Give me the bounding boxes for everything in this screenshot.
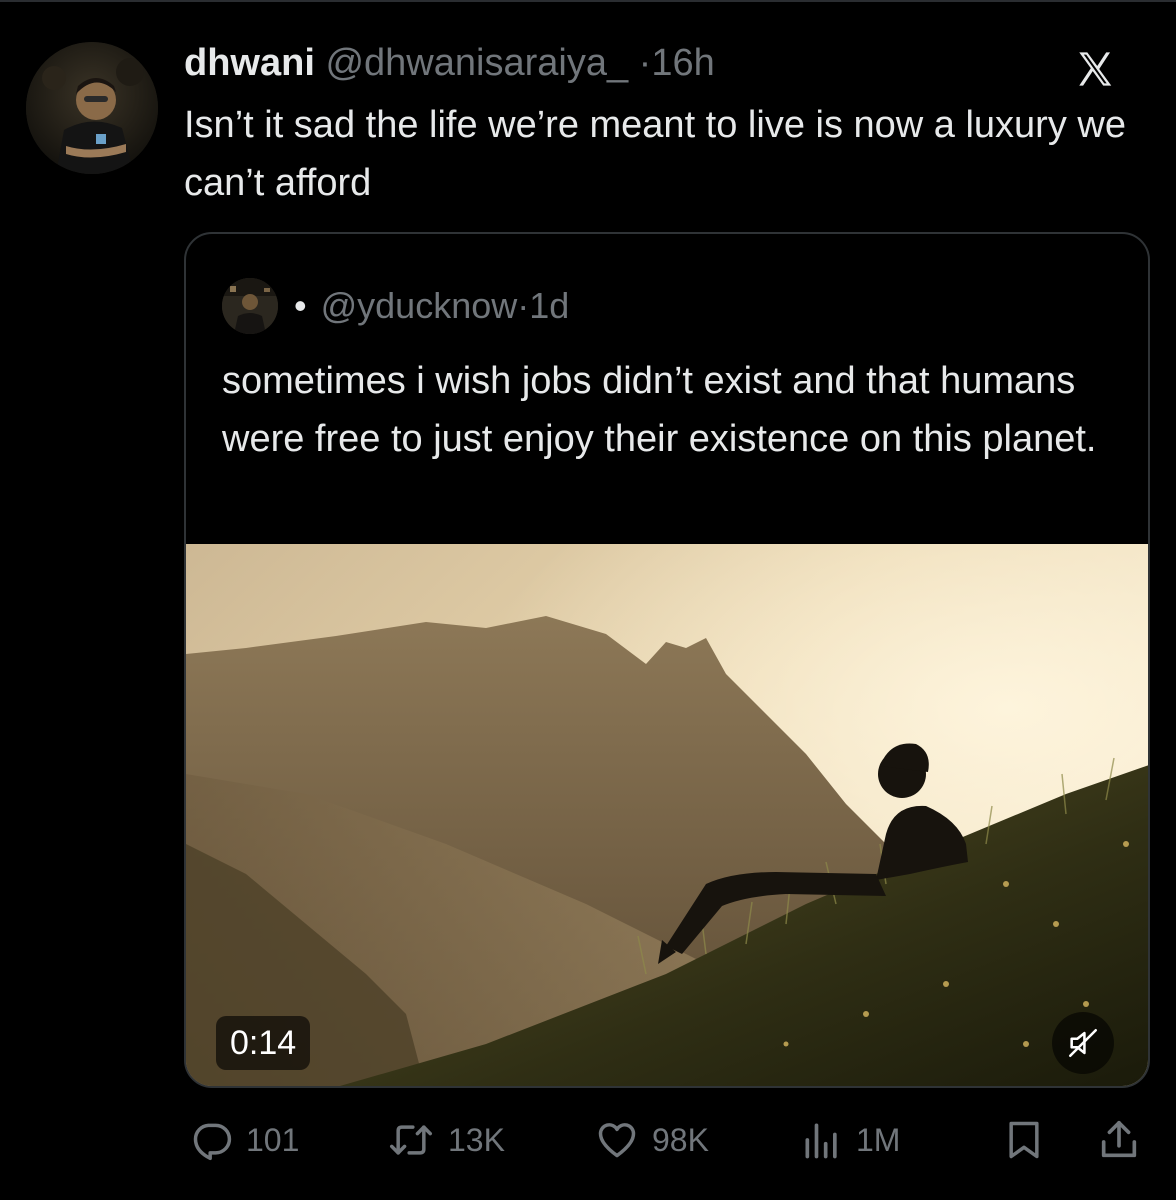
video-duration: 0:14 <box>216 1016 311 1070</box>
video-player[interactable]: 0:14 <box>186 544 1148 1086</box>
quoted-tweet-header: • @yducknow · 1d <box>222 278 569 334</box>
share-button[interactable] <box>1096 1108 1142 1172</box>
reply-icon <box>193 1123 232 1161</box>
tweet-text: Isn’t it sad the life we’re meant to liv… <box>184 104 1126 204</box>
muted-speaker-icon <box>1068 1028 1098 1058</box>
tweet-timestamp[interactable]: 16h <box>651 42 714 84</box>
quoted-tweet-card[interactable]: • @yducknow · 1d sometimes i wish jobs did… <box>184 232 1150 1088</box>
quoted-bullet: • <box>294 285 307 326</box>
views-chart-icon <box>805 1123 837 1159</box>
quoted-author-avatar[interactable] <box>222 278 278 334</box>
like-count: 98K <box>652 1121 709 1158</box>
repost-button[interactable]: 13K <box>386 1108 505 1172</box>
views-button[interactable]: 1M <box>800 1108 900 1172</box>
author-handle[interactable]: @dhwanisaraiya_ <box>325 42 628 84</box>
quoted-tweet-text: sometimes i wish jobs didn’t exist and t… <box>222 360 1097 460</box>
x-logo-icon <box>1079 52 1112 86</box>
share-icon <box>1101 1120 1137 1158</box>
like-button[interactable]: 98K <box>594 1108 709 1172</box>
top-divider <box>0 0 1176 2</box>
repost-count: 13K <box>448 1121 505 1158</box>
tweet-action-bar: 101 13K 98K 1M <box>0 1108 1176 1172</box>
reply-button[interactable]: 101 <box>190 1108 299 1172</box>
repost-icon <box>390 1125 432 1155</box>
bookmark-icon <box>1009 1121 1039 1159</box>
heart-icon <box>598 1123 636 1158</box>
tweet-header: dhwani @dhwanisaraiya_ ·16h <box>184 40 715 86</box>
author-avatar[interactable] <box>26 42 158 174</box>
video-thumbnail <box>186 544 1148 1086</box>
quoted-timestamp[interactable]: 1d <box>529 285 569 327</box>
reply-count: 101 <box>246 1121 300 1158</box>
views-count: 1M <box>856 1121 901 1158</box>
mute-toggle-button[interactable] <box>1052 1012 1114 1074</box>
quoted-separator: · <box>517 285 530 326</box>
bookmark-button[interactable] <box>1002 1108 1046 1172</box>
header-separator: · <box>638 42 652 84</box>
quoted-author-handle[interactable]: @yducknow <box>321 285 518 327</box>
author-display-name[interactable]: dhwani <box>184 42 315 84</box>
